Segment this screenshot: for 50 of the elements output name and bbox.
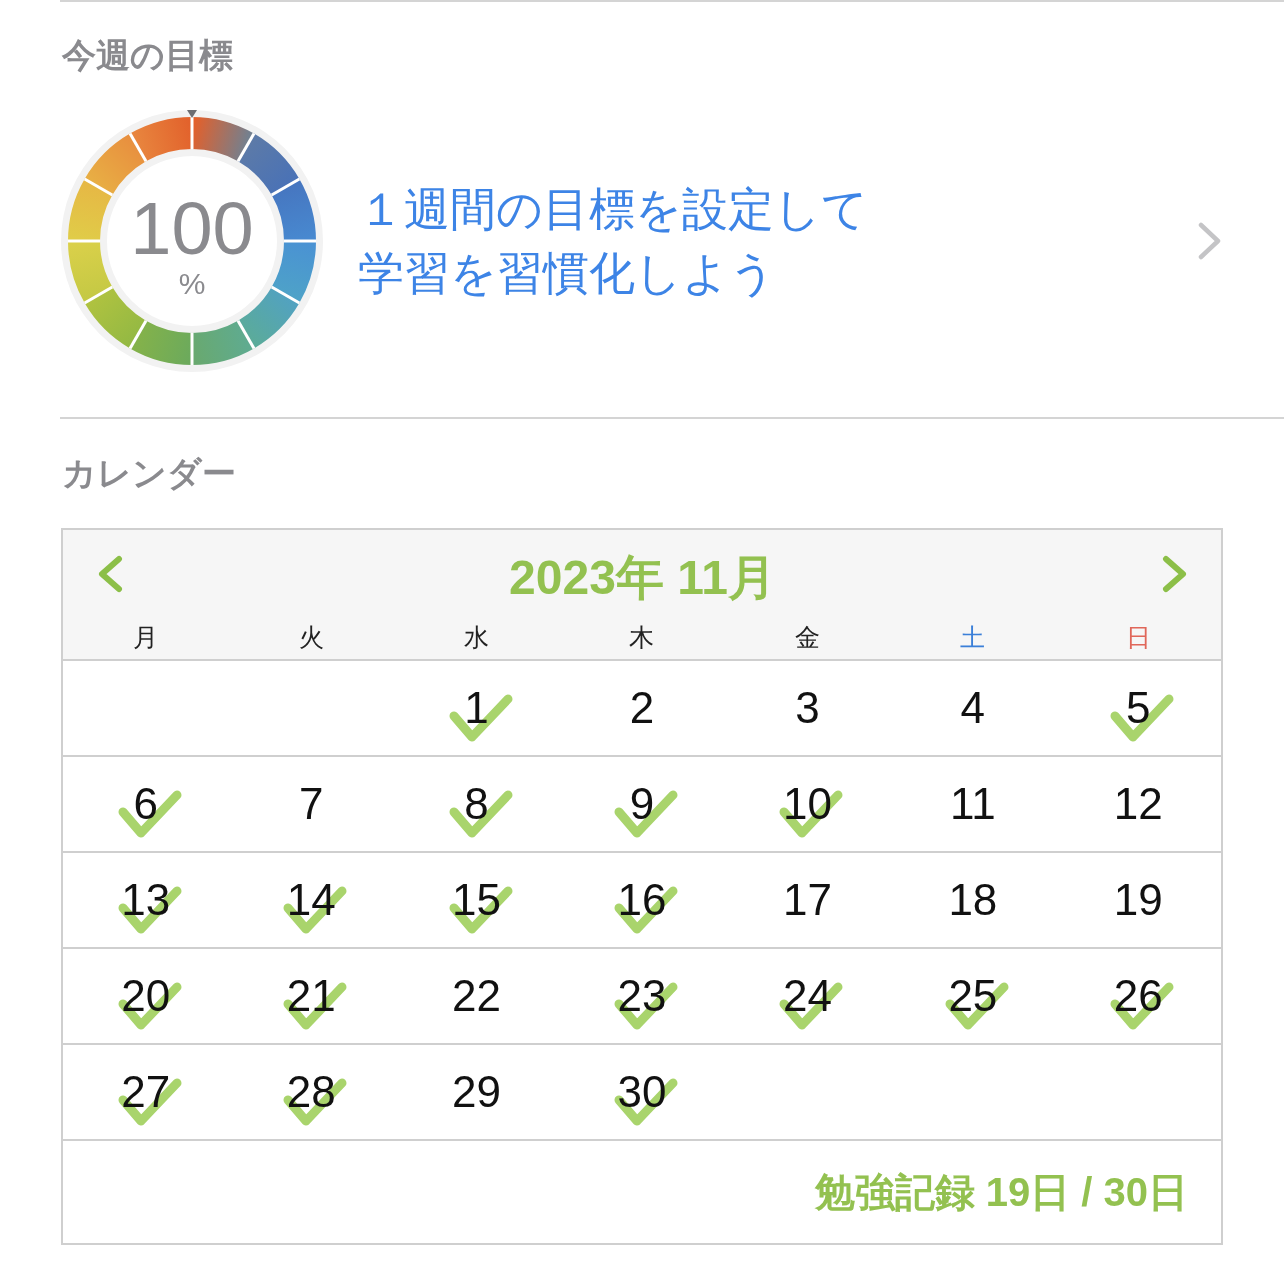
- day-number: 2: [629, 685, 655, 731]
- weekday-label: 木: [629, 622, 655, 652]
- day-number: 13: [121, 877, 171, 923]
- chevron-right-icon[interactable]: [1198, 222, 1222, 260]
- day-number: 12: [1113, 781, 1163, 827]
- day-number: 20: [121, 973, 171, 1019]
- goal-setting-link[interactable]: １週間の目標を設定して学習を習慣化しよう: [358, 177, 878, 305]
- day-number: 23: [617, 973, 667, 1019]
- day-number: 7: [298, 781, 324, 827]
- weekday-label: 水: [464, 622, 490, 652]
- weekday-label: 日: [1125, 622, 1151, 652]
- day-number: 25: [948, 973, 998, 1019]
- day-number: 6: [133, 781, 158, 827]
- day-number: 9: [629, 781, 655, 827]
- day-number: 11: [950, 781, 996, 827]
- pointer-icon: [187, 110, 197, 118]
- chevron-left-icon: [97, 555, 123, 593]
- next-month-button[interactable]: [1162, 555, 1188, 593]
- study-record-summary: 勉強記録 19日 / 30日: [814, 1169, 1188, 1216]
- day-number: 17: [782, 877, 832, 923]
- weekday-label: 金: [794, 622, 820, 652]
- weekday-label: 月: [133, 622, 159, 652]
- day-number: 18: [948, 877, 998, 923]
- day-number: 27: [121, 1069, 171, 1115]
- percent-unit: %: [178, 269, 206, 299]
- weekday-label: 土: [960, 622, 986, 652]
- day-number: 30: [617, 1069, 667, 1115]
- day-number: 15: [452, 877, 502, 923]
- day-number: 19: [1113, 877, 1163, 923]
- day-number: 3: [795, 685, 820, 731]
- day-number: 28: [286, 1069, 336, 1115]
- day-number: 29: [452, 1069, 502, 1115]
- weekday-label: 火: [298, 622, 324, 652]
- day-number: 21: [286, 973, 336, 1019]
- chevron-right-icon: [1162, 555, 1188, 593]
- day-number: 10: [782, 781, 832, 827]
- prev-month-button[interactable]: [97, 555, 123, 593]
- day-number: 4: [960, 685, 986, 731]
- section-title: カレンダー: [62, 453, 236, 494]
- day-number: 22: [452, 973, 502, 1019]
- day-number: 8: [464, 781, 489, 827]
- section-title: 今週の目標: [62, 35, 233, 76]
- day-number: 14: [286, 877, 336, 923]
- month-title: 2023年 11月: [509, 550, 776, 606]
- day-number: 26: [1113, 973, 1163, 1019]
- percent-value: 100: [130, 193, 254, 265]
- day-number: 16: [617, 877, 667, 923]
- day-number: 1: [464, 685, 489, 731]
- day-number: 5: [1126, 685, 1151, 731]
- day-number: 24: [782, 973, 832, 1019]
